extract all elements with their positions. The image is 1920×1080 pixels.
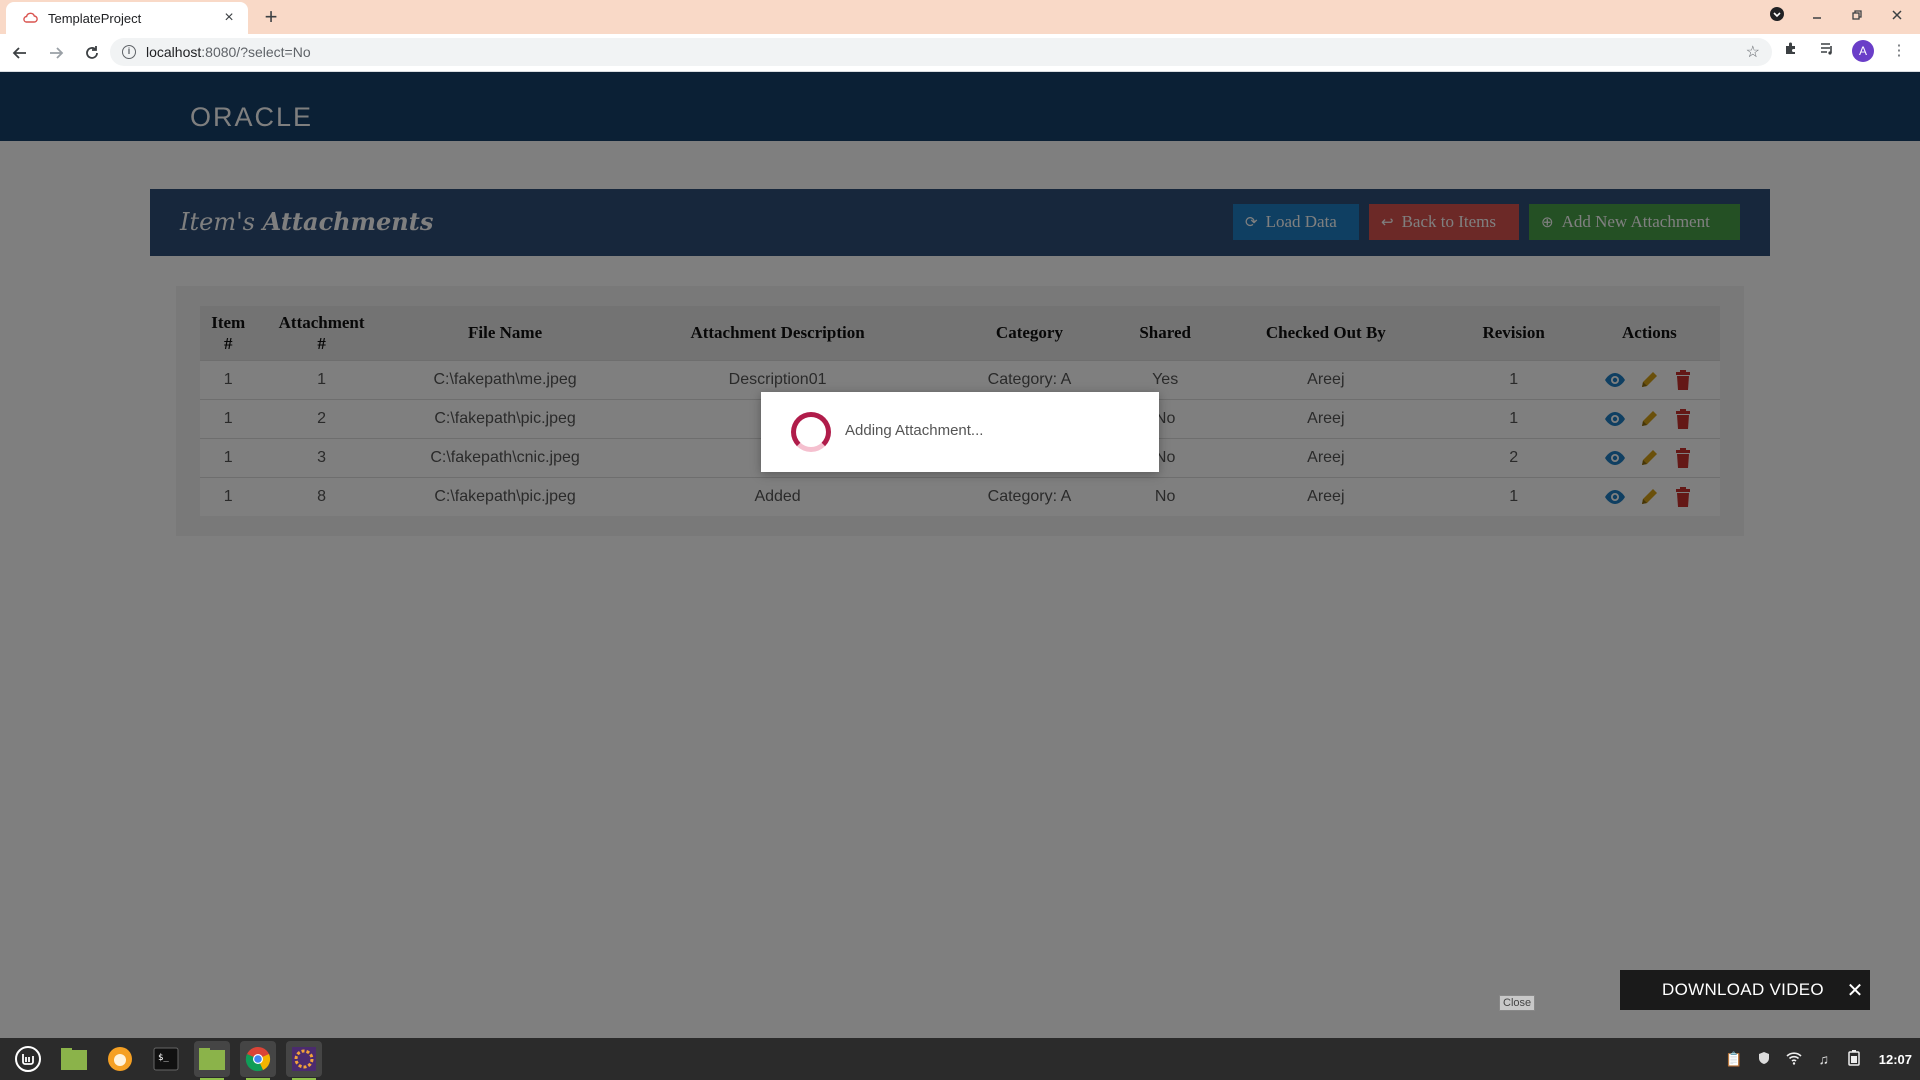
cloud-icon bbox=[23, 12, 38, 23]
files-workspace-icon[interactable] bbox=[194, 1041, 230, 1080]
clipboard-icon[interactable]: 📋 bbox=[1725, 1051, 1743, 1068]
os-taskbar: $_ 📋 ♫ 12:07 bbox=[0, 1038, 1920, 1080]
mint-menu-icon[interactable] bbox=[10, 1041, 46, 1077]
arrow-left-icon bbox=[12, 46, 26, 59]
site-info-icon[interactable]: i bbox=[122, 45, 136, 59]
download-video-bar[interactable]: DOWNLOAD VIDEO ✕ bbox=[1620, 970, 1870, 1010]
wifi-icon[interactable] bbox=[1785, 1051, 1803, 1068]
menu-kebab-icon[interactable]: ⋮ bbox=[1888, 40, 1910, 62]
page-viewport: ORACLE Item's Attachments ⟳ Load Data ↩ … bbox=[0, 72, 1920, 1038]
address-bar[interactable]: i localhost:8080/?select=No ☆ bbox=[110, 38, 1772, 66]
loading-spinner-icon bbox=[791, 412, 831, 452]
svg-text:$_: $_ bbox=[158, 1053, 169, 1063]
shield-icon[interactable] bbox=[1755, 1051, 1773, 1068]
browser-tab[interactable]: TemplateProject × bbox=[6, 2, 248, 34]
clock[interactable]: 12:07 bbox=[1879, 1052, 1912, 1067]
modal-overlay: Adding Attachment... Close DOWNLOAD VIDE… bbox=[0, 72, 1920, 1038]
battery-icon[interactable] bbox=[1845, 1049, 1863, 1069]
loading-text: Adding Attachment... bbox=[845, 422, 984, 439]
firefox-icon[interactable] bbox=[102, 1041, 138, 1077]
close-window-icon[interactable] bbox=[1886, 8, 1908, 24]
browser-tab-strip: TemplateProject × + bbox=[0, 0, 1920, 34]
reload-icon bbox=[86, 45, 98, 59]
new-tab-button[interactable]: + bbox=[258, 4, 284, 30]
music-note-icon[interactable]: ♫ bbox=[1815, 1051, 1833, 1067]
download-video-label[interactable]: DOWNLOAD VIDEO bbox=[1620, 980, 1840, 1000]
reload-button[interactable] bbox=[76, 37, 108, 69]
close-button[interactable]: Close bbox=[1499, 995, 1536, 1011]
media-control-icon[interactable] bbox=[1816, 40, 1838, 62]
forward-nav-button[interactable] bbox=[40, 37, 72, 69]
toolbar-right: A ⋮ bbox=[1780, 40, 1910, 62]
system-tray: 📋 ♫ 12:07 bbox=[1725, 1038, 1912, 1080]
loading-dialog: Adding Attachment... bbox=[761, 392, 1159, 472]
url-text: localhost:8080/?select=No bbox=[146, 44, 311, 60]
java-ee-ide-icon[interactable] bbox=[286, 1041, 322, 1080]
profile-avatar[interactable]: A bbox=[1852, 40, 1874, 62]
download-video-close-icon[interactable]: ✕ bbox=[1840, 978, 1870, 1003]
tab-search-icon[interactable] bbox=[1766, 6, 1788, 25]
files-folder-icon[interactable] bbox=[56, 1041, 92, 1077]
minimize-icon[interactable] bbox=[1806, 8, 1828, 24]
chrome-icon[interactable] bbox=[240, 1041, 276, 1080]
extensions-icon[interactable] bbox=[1780, 40, 1802, 62]
tab-close-icon[interactable]: × bbox=[220, 9, 238, 27]
window-controls bbox=[1766, 6, 1908, 25]
browser-toolbar: i localhost:8080/?select=No ☆ A ⋮ bbox=[0, 34, 1920, 72]
bookmark-star-icon[interactable]: ☆ bbox=[1746, 42, 1760, 62]
arrow-right-icon bbox=[50, 46, 64, 59]
terminal-icon[interactable]: $_ bbox=[148, 1041, 184, 1077]
tab-title: TemplateProject bbox=[48, 10, 142, 26]
restore-icon[interactable] bbox=[1846, 8, 1868, 24]
back-nav-button[interactable] bbox=[4, 37, 36, 69]
